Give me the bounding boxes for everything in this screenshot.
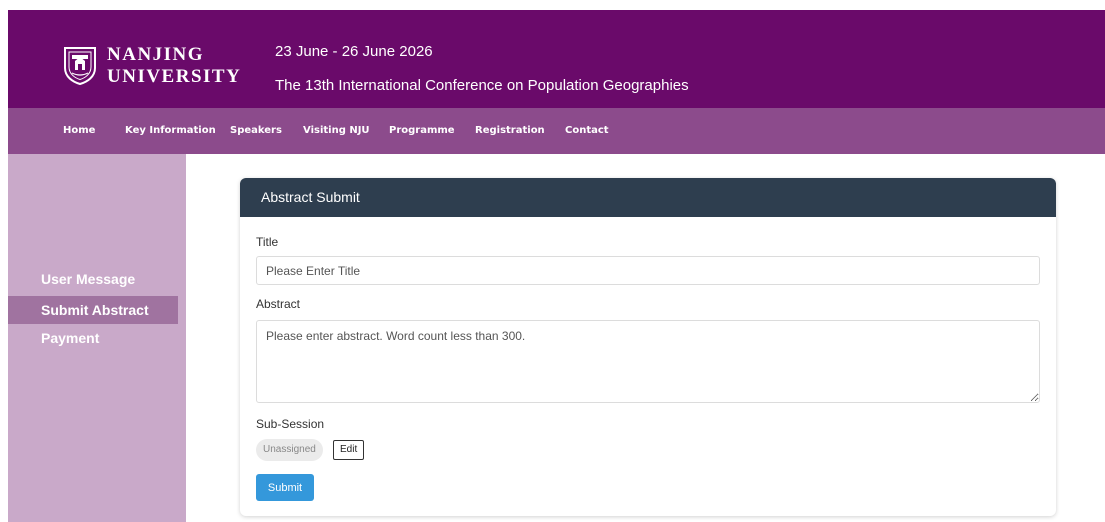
- submit-button[interactable]: Submit: [256, 474, 314, 501]
- nav-item-programme[interactable]: Programme: [389, 125, 455, 136]
- edit-sub-session-button[interactable]: Edit: [333, 440, 365, 460]
- title-input[interactable]: [256, 256, 1040, 285]
- nav-item-registration[interactable]: Registration: [475, 125, 545, 136]
- main-nav: Home Key Information Speakers Visiting N…: [8, 108, 1105, 154]
- nav-item-home[interactable]: Home: [63, 125, 95, 136]
- card-title: Abstract Submit: [240, 178, 1056, 217]
- sidebar-item-submit-abstract[interactable]: Submit Abstract: [8, 296, 178, 324]
- site-header: NANJING UNIVERSITY 23 June - 26 June 202…: [8, 10, 1105, 108]
- university-emblem-icon: [64, 47, 96, 86]
- title-label: Title: [256, 235, 279, 249]
- conference-title: The 13th International Conference on Pop…: [275, 77, 689, 94]
- sidebar: User Message Submit Abstract Payment: [8, 154, 186, 522]
- nav-item-key-information[interactable]: Key Information: [125, 125, 216, 136]
- nav-item-contact[interactable]: Contact: [565, 125, 609, 136]
- abstract-textarea[interactable]: [256, 320, 1040, 403]
- sidebar-item-payment[interactable]: Payment: [8, 324, 178, 352]
- abstract-submit-card: Abstract Submit Title Abstract Sub-Sessi…: [240, 178, 1056, 516]
- conference-dates: 23 June - 26 June 2026: [275, 43, 433, 60]
- nav-item-visiting-nju[interactable]: Visiting NJU: [303, 125, 370, 136]
- nav-item-speakers[interactable]: Speakers: [230, 125, 282, 136]
- university-logo[interactable]: NANJING UNIVERSITY: [63, 44, 241, 88]
- university-name: NANJING UNIVERSITY: [107, 44, 241, 88]
- sub-session-status-badge: Unassigned: [256, 439, 323, 461]
- university-name-line2: UNIVERSITY: [107, 66, 242, 87]
- sub-session-label: Sub-Session: [256, 417, 325, 431]
- abstract-label: Abstract: [256, 297, 301, 311]
- sidebar-item-user-message[interactable]: User Message: [8, 265, 178, 293]
- university-name-line1: NANJING: [107, 44, 205, 65]
